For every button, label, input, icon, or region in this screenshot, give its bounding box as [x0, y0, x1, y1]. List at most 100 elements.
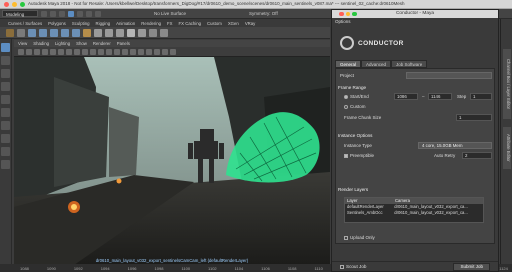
lasso-tool-icon[interactable]	[1, 56, 10, 65]
live-surface-label[interactable]: No Live Surface	[154, 11, 186, 16]
shelf-tab[interactable]: Animation	[116, 21, 135, 26]
scout-job-checkbox[interactable]	[340, 264, 344, 269]
loft-icon[interactable]	[94, 28, 102, 37]
start-end-option[interactable]: Start/End	[344, 94, 369, 99]
dialog-window-controls[interactable]	[339, 11, 357, 16]
tab-job-software[interactable]: Job Software	[391, 60, 428, 68]
grid-icon[interactable]	[50, 48, 56, 55]
preemptible-option[interactable]: Preemptible	[344, 153, 374, 158]
snap-curve-icon[interactable]	[86, 10, 92, 17]
rebuild-icon[interactable]	[160, 28, 168, 37]
minimize-button[interactable]	[12, 1, 17, 7]
panel-menu-item[interactable]: View	[18, 41, 27, 46]
cone-icon[interactable]	[61, 28, 69, 37]
bookmark-icon[interactable]	[34, 48, 40, 55]
shadows-icon[interactable]	[130, 48, 136, 55]
frame-chunk-field[interactable]: 1	[456, 114, 492, 121]
gate-mask-icon[interactable]	[74, 48, 80, 55]
camera-icon[interactable]	[18, 48, 24, 55]
smooth-shade-icon[interactable]	[106, 48, 112, 55]
start-end-radio[interactable]	[344, 94, 348, 99]
shelf-tab[interactable]: Sculpting	[72, 21, 90, 26]
snap-point-icon[interactable]	[95, 10, 101, 17]
auto-retry-field[interactable]: 2	[462, 152, 492, 159]
shelf-tab[interactable]: Rigging	[96, 21, 111, 26]
motion-blur-icon[interactable]	[146, 48, 152, 55]
plane-icon[interactable]	[72, 28, 80, 37]
move-tool-icon[interactable]	[1, 82, 10, 91]
extrude-icon[interactable]	[116, 28, 124, 37]
end-frame-field[interactable]: 1146	[428, 93, 452, 100]
shelf-tab[interactable]: XGen	[228, 21, 239, 26]
shelf-tab[interactable]: FX	[167, 21, 173, 26]
revolve-icon[interactable]	[105, 28, 113, 37]
shelf-tab[interactable]: VRay	[245, 21, 256, 26]
table-row[interactable]: Sentinels_AmbOcc dr0610_main_layout_v032…	[345, 210, 483, 216]
tab-general[interactable]: General	[335, 60, 362, 68]
attribute-editor-tab[interactable]: Attribute Editor	[503, 127, 511, 169]
paint-select-icon[interactable]	[1, 69, 10, 78]
curve-icon[interactable]	[6, 28, 14, 37]
open-scene-icon[interactable]	[50, 10, 56, 17]
cylinder-icon[interactable]	[50, 28, 58, 37]
panel-menu-item[interactable]: Shading	[33, 41, 49, 46]
layout-four-icon[interactable]	[1, 134, 10, 143]
close-button[interactable]	[4, 1, 9, 7]
film-gate-icon[interactable]	[58, 48, 64, 55]
custom-option[interactable]: Custom	[344, 104, 366, 109]
window-controls[interactable]	[4, 1, 25, 7]
cube-icon[interactable]	[39, 28, 47, 37]
planar-icon[interactable]	[127, 28, 135, 37]
dialog-minimize-button[interactable]	[345, 11, 350, 16]
scale-tool-icon[interactable]	[1, 108, 10, 117]
custom-radio[interactable]	[344, 104, 348, 109]
ambient-occlusion-icon[interactable]	[138, 48, 144, 55]
shelf-tab[interactable]: Curves / Surfaces	[8, 21, 42, 26]
panel-menu-item[interactable]: Renderer	[93, 41, 111, 46]
layout-single-icon[interactable]	[1, 121, 10, 130]
step-field[interactable]: 1	[470, 93, 492, 100]
bevel-icon[interactable]	[138, 28, 146, 37]
resolution-gate-icon[interactable]	[66, 48, 72, 55]
tab-advanced[interactable]: Advanced	[361, 60, 392, 68]
sphere-icon[interactable]	[28, 28, 36, 37]
dialog-zoom-button[interactable]	[352, 11, 357, 16]
instance-type-select[interactable]: 4 core, 15.0GB Mem	[418, 142, 492, 149]
project-select[interactable]	[406, 72, 492, 79]
field-chart-icon[interactable]	[82, 48, 88, 55]
snap-grid-icon[interactable]	[77, 10, 83, 17]
shelf-tab[interactable]: Polygons	[48, 21, 66, 26]
shelf-tab[interactable]: Rendering	[141, 21, 161, 26]
image-plane-icon[interactable]	[42, 48, 48, 55]
xray-icon[interactable]	[170, 48, 176, 55]
shelf-tab[interactable]: Custom	[207, 21, 222, 26]
viewport[interactable]: dr0610_main_layout_v032_export_sentinels…	[14, 57, 330, 265]
torus-icon[interactable]	[83, 28, 91, 37]
render-layers-table[interactable]: Layer Camera defaultRenderLayer dr0610_m…	[344, 197, 484, 223]
zoom-button[interactable]	[20, 1, 25, 7]
rotate-tool-icon[interactable]	[1, 95, 10, 104]
safe-action-icon[interactable]	[90, 48, 96, 55]
panel-menu-item[interactable]: Lighting	[55, 41, 70, 46]
trim-icon[interactable]	[149, 28, 157, 37]
textured-icon[interactable]	[114, 48, 120, 55]
symmetry-label[interactable]: Symmetry: Off	[249, 11, 278, 16]
mode-select[interactable]: Modeling	[2, 10, 38, 17]
layout-two-icon[interactable]	[1, 147, 10, 156]
preemptible-checkbox[interactable]	[344, 153, 348, 158]
dialog-close-button[interactable]	[339, 11, 344, 16]
options-menu[interactable]: Options	[332, 18, 498, 26]
cv-curve-icon[interactable]	[17, 28, 25, 37]
upload-only-option[interactable]: Upload Only	[344, 235, 375, 240]
upload-only-checkbox[interactable]	[344, 235, 348, 240]
channel-box-tab[interactable]: Channel Box / Layer Editor	[503, 49, 511, 119]
isolate-select-icon[interactable]	[162, 48, 168, 55]
scout-job-option[interactable]: Scout Job	[340, 264, 366, 269]
start-frame-field[interactable]: 1086	[394, 93, 418, 100]
lights-icon[interactable]	[122, 48, 128, 55]
save-scene-icon[interactable]	[59, 10, 65, 17]
camera-attr-icon[interactable]	[26, 48, 32, 55]
select-tool-icon[interactable]	[1, 43, 10, 52]
shelf-tab[interactable]: FX Caching	[179, 21, 201, 26]
wireframe-icon[interactable]	[98, 48, 104, 55]
